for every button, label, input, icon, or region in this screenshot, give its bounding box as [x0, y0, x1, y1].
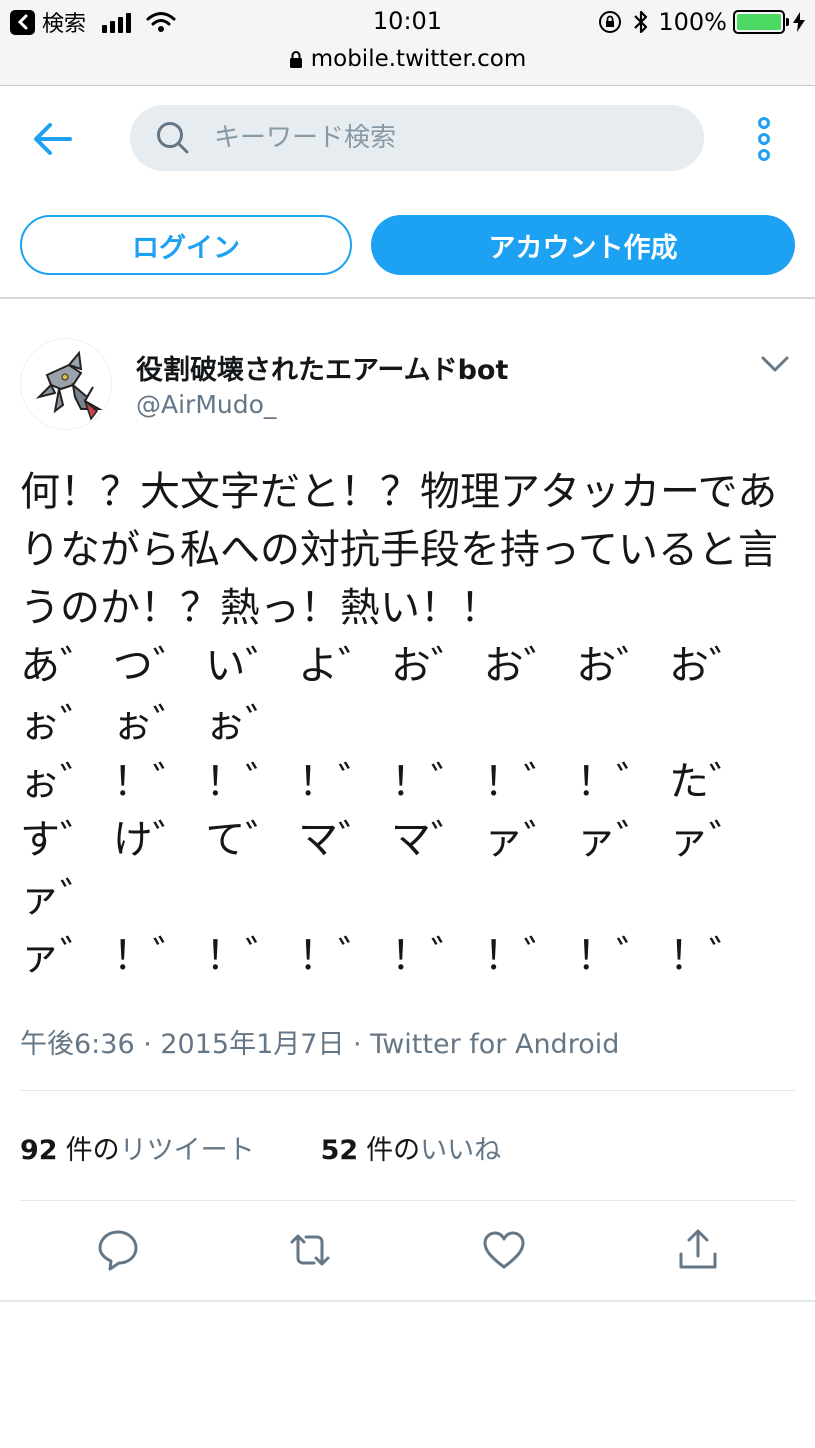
bluetooth-icon	[634, 10, 648, 34]
display-name[interactable]: 役割破壊されたエアームドbot	[136, 348, 508, 387]
like-count: 52	[320, 1135, 359, 1166]
like-icon[interactable]	[482, 1228, 526, 1272]
like-count-link[interactable]: 52 件のいいね	[321, 1128, 502, 1167]
reply-icon[interactable]	[96, 1228, 140, 1272]
retweet-count-link[interactable]: 92 件のリツイート	[20, 1128, 255, 1167]
url-bar[interactable]: mobile.twitter.com	[0, 42, 815, 76]
twitter-header: ログイン アカウント作成	[0, 87, 815, 299]
search-input[interactable]	[214, 123, 654, 153]
tweet-text: 何！？大文字だと！？物理アタッカーでありながら私への対抗手段を持っていると言うの…	[20, 469, 778, 979]
charging-icon	[793, 12, 805, 32]
battery-icon	[733, 10, 789, 34]
tweet-meta: 午後6:36 · 2015年1月7日 · Twitter for Android	[20, 1029, 620, 1060]
battery-percentage: 100%	[658, 8, 727, 36]
more-vertical-icon[interactable]	[752, 117, 776, 161]
lock-icon	[289, 51, 302, 68]
like-unit: 件の	[366, 1135, 421, 1166]
tweet-actions	[0, 1228, 815, 1278]
retweet-icon[interactable]	[288, 1228, 332, 1272]
avatar[interactable]	[20, 338, 112, 430]
share-icon[interactable]	[676, 1228, 720, 1272]
like-label: いいね	[420, 1135, 502, 1166]
browser-chrome: 検索 10:01 100% mobile.twitter.com	[0, 0, 815, 86]
username[interactable]: @AirMudo_	[136, 390, 276, 419]
engagement-counts: 92 件のリツイート 52 件のいいね	[20, 1128, 501, 1167]
retweet-unit: 件の	[65, 1135, 120, 1166]
login-button[interactable]: ログイン	[20, 215, 352, 275]
divider	[20, 1200, 795, 1201]
skarmory-avatar-icon	[21, 339, 111, 429]
url-text[interactable]: mobile.twitter.com	[311, 46, 527, 72]
search-box[interactable]	[130, 105, 704, 171]
search-icon	[157, 122, 189, 154]
orientation-lock-icon	[599, 11, 622, 33]
status-bar-right: 100%	[598, 7, 805, 37]
chevron-down-icon[interactable]	[760, 354, 790, 374]
back-arrow-icon[interactable]	[32, 121, 72, 157]
retweet-count: 92	[20, 1135, 58, 1166]
divider	[20, 1090, 795, 1091]
signup-button[interactable]: アカウント作成	[371, 215, 795, 275]
divider	[0, 1300, 815, 1302]
retweet-label: リツイート	[119, 1135, 255, 1166]
